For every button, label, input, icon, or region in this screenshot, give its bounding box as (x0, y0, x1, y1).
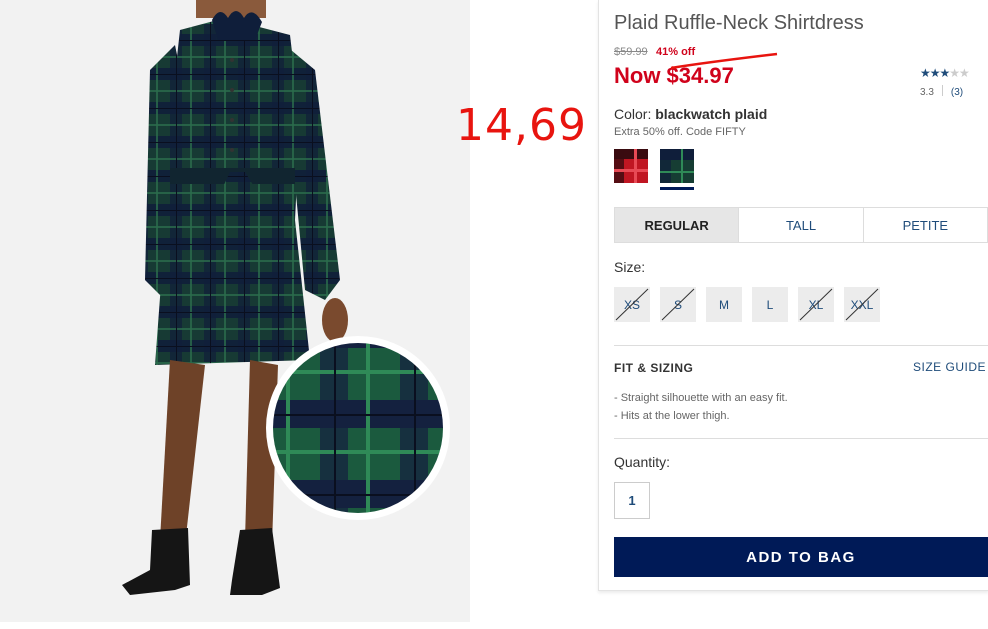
size-xxl-button[interactable]: XXL (844, 287, 880, 322)
tab-regular[interactable]: REGULAR (615, 208, 740, 242)
unavailable-slash-icon (615, 288, 649, 321)
size-s-button[interactable]: S (660, 287, 696, 322)
product-image[interactable] (0, 0, 470, 622)
rating-summary[interactable]: 3.3 (3) (920, 85, 963, 98)
fit-sizing-title: FIT & SIZING (614, 361, 694, 375)
add-to-bag-button[interactable]: ADD TO BAG (614, 537, 988, 577)
rating-stars[interactable]: ★★★★★ (920, 66, 970, 80)
tab-tall[interactable]: TALL (739, 208, 864, 242)
dress-photo (122, 0, 450, 595)
original-price: $59.99 (614, 46, 648, 58)
size-label: Size: (614, 259, 646, 275)
divider (614, 438, 988, 439)
price-annotation: 14,69 (456, 100, 587, 151)
promo-text: Extra 50% off. Code FIFTY (614, 126, 746, 138)
quantity-field[interactable]: 1 (614, 482, 650, 519)
unavailable-slash-icon (661, 288, 695, 321)
size-m-button[interactable]: M (706, 287, 742, 322)
rating-score: 3.3 (920, 87, 934, 98)
fit-details: - Straight silhouette with an easy fit. … (614, 389, 788, 425)
swatch-blackwatch-plaid[interactable] (660, 149, 694, 183)
product-title: Plaid Ruffle-Neck Shirtdress (614, 12, 864, 34)
tab-petite[interactable]: PETITE (864, 208, 987, 242)
fit-detail-item: - Straight silhouette with an easy fit. (614, 392, 788, 404)
divider (614, 345, 988, 346)
size-guide-link[interactable]: SIZE GUIDE (913, 360, 986, 374)
unavailable-slash-icon (799, 288, 833, 321)
review-count[interactable]: (3) (951, 87, 963, 98)
fit-detail-item: - Hits at the lower thigh. (614, 410, 730, 422)
handwritten-strike (670, 52, 778, 70)
unavailable-slash-icon (845, 288, 879, 321)
size-l-button[interactable]: L (752, 287, 788, 322)
size-xl-button[interactable]: XL (798, 287, 834, 322)
swatch-red-plaid[interactable] (614, 149, 648, 183)
star-empty-icon: ★★ (949, 66, 969, 80)
selected-swatch-indicator (660, 187, 694, 190)
fit-tabs: REGULAR TALL PETITE (614, 207, 988, 243)
quantity-label: Quantity: (614, 454, 671, 470)
product-info-panel: Plaid Ruffle-Neck Shirtdress $59.99 41% … (598, 0, 988, 591)
color-label: Color: blackwatch plaid (614, 106, 768, 122)
size-selector: XS S M L XL XXL (614, 287, 880, 322)
star-icon: ★★★ (920, 66, 950, 80)
selected-color-name: blackwatch plaid (655, 106, 768, 122)
size-xs-button[interactable]: XS (614, 287, 650, 322)
